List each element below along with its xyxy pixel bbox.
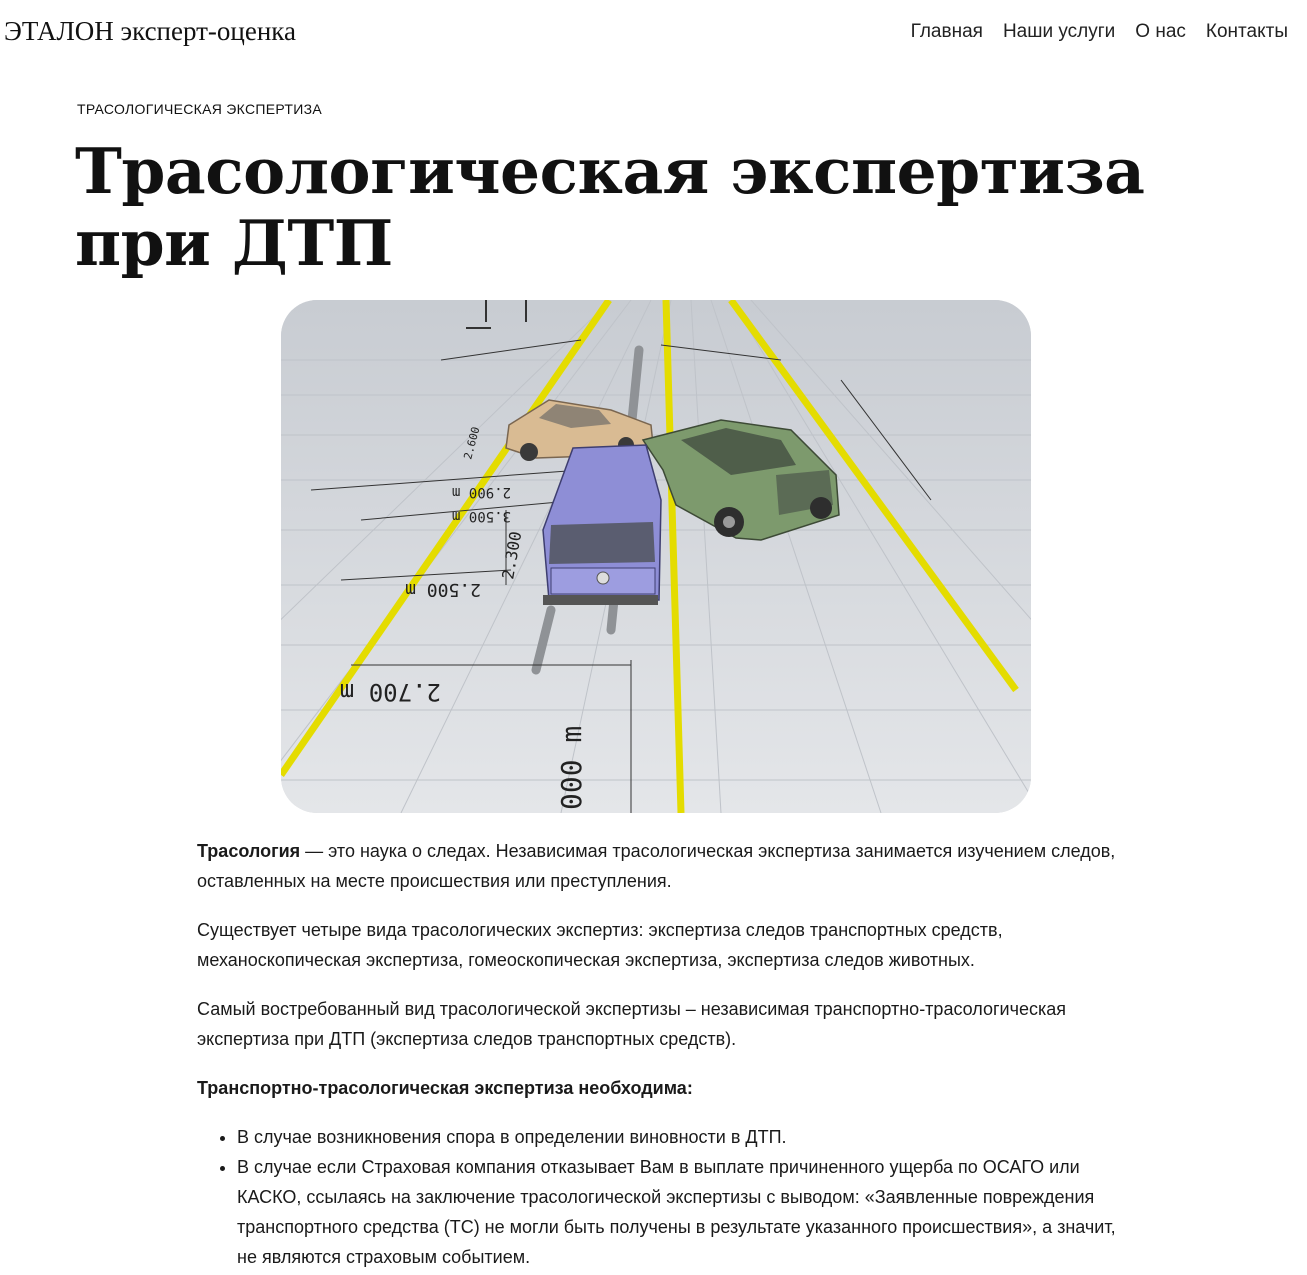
term-bold: Трасология [197,841,301,861]
paragraph-types: Существует четыре вида трасологических э… [197,920,1003,970]
nav-item-contacts[interactable]: Контакты [1206,21,1288,43]
measure-label: 3.500 m [452,508,511,524]
nav-item-home[interactable]: Главная [911,21,983,43]
intro-text: — это наука о следах. Независимая трасол… [197,841,1116,891]
main-nav: Главная Наши услуги О нас Контакты [911,21,1288,43]
paragraph-intro: Трасология — это наука о следах. Независ… [197,836,1127,896]
paragraph-popular: Самый востребованный вид трасологической… [197,999,1067,1049]
measure-label: 2.700 m [340,678,441,706]
nav-item-services[interactable]: Наши услуги [1003,21,1115,43]
category-label: ТРАСОЛОГИЧЕСКАЯ ЭКСПЕРТИЗА [77,101,322,117]
site-title-link[interactable]: ЭТАЛОН эксперт-оценка [4,16,296,47]
nav-item-about[interactable]: О нас [1135,21,1186,43]
site-header: ЭТАЛОН эксперт-оценка Главная Наши услуг… [0,0,1307,70]
list-item: В случае если Страховая компания отказыв… [237,1152,1127,1272]
paragraph-necessity: Транспортно-трасологическая экспертиза н… [197,1073,1127,1103]
measure-label: 2.900 m [452,484,511,500]
page-title: Трасологическая экспертиза при ДТП [75,134,1145,280]
list-item: В случае возникновения спора в определен… [237,1122,1127,1152]
measure-label: 2.500 m [405,579,481,600]
accident-reconstruction-illustration: 2.900 m 3.500 m 2.500 m 2.700 m 2.300 2.… [281,300,1031,813]
hero-image: 2.900 m 3.500 m 2.500 m 2.700 m 2.300 2.… [281,300,1031,813]
necessity-heading: Транспортно-трасологическая экспертиза н… [197,1078,693,1098]
necessity-list: В случае возникновения спора в определен… [197,1122,1127,1272]
article-content: Трасология — это наука о следах. Независ… [197,836,1127,1272]
measure-label: 000 m [555,726,588,810]
